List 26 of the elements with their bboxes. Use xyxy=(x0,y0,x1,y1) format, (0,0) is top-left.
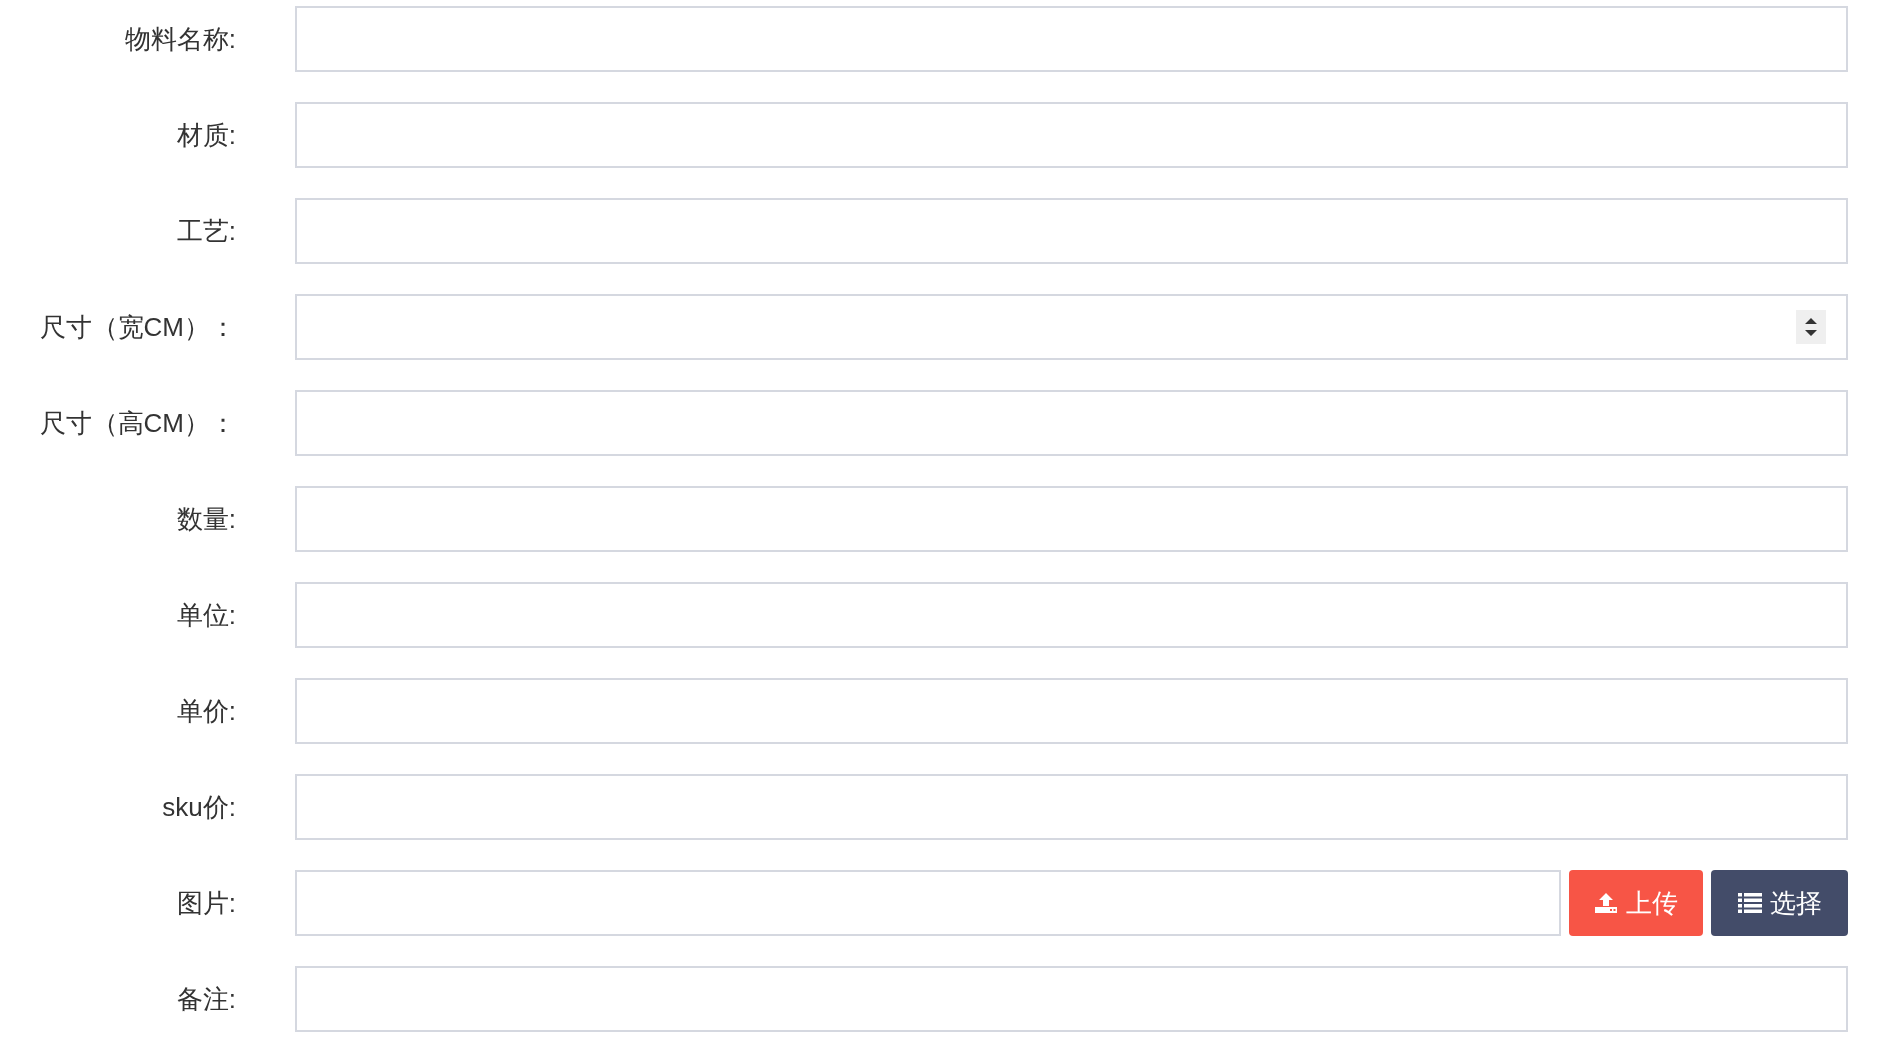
text-field[interactable] xyxy=(295,582,1848,648)
field-label: 数量: xyxy=(175,502,236,536)
text-field[interactable] xyxy=(295,390,1848,456)
upload-icon xyxy=(1594,892,1618,914)
field-label: 备注: xyxy=(175,982,236,1016)
field-label: 图片: xyxy=(175,886,236,920)
list-icon xyxy=(1737,893,1762,913)
field-label: 尺寸（宽CM）： xyxy=(38,310,236,344)
text-field[interactable] xyxy=(295,486,1848,552)
text-field[interactable] xyxy=(295,198,1848,264)
select-button[interactable]: 选择 xyxy=(1711,870,1848,936)
field-label: sku价: xyxy=(161,790,236,824)
field-label: 单价: xyxy=(175,694,236,728)
field-label: 尺寸（高CM）： xyxy=(38,406,236,440)
text-field[interactable] xyxy=(295,774,1848,840)
field-label: 单位: xyxy=(175,598,236,632)
number-field[interactable] xyxy=(295,294,1848,360)
text-field[interactable] xyxy=(295,102,1848,168)
stepper-icon[interactable] xyxy=(1796,310,1826,344)
image-path-field[interactable] xyxy=(295,870,1561,936)
text-field[interactable] xyxy=(295,678,1848,744)
field-label: 物料名称: xyxy=(123,22,236,56)
text-field[interactable] xyxy=(295,966,1848,1032)
text-field[interactable] xyxy=(295,6,1848,72)
field-label: 材质: xyxy=(175,118,236,152)
field-label: 工艺: xyxy=(175,214,236,248)
